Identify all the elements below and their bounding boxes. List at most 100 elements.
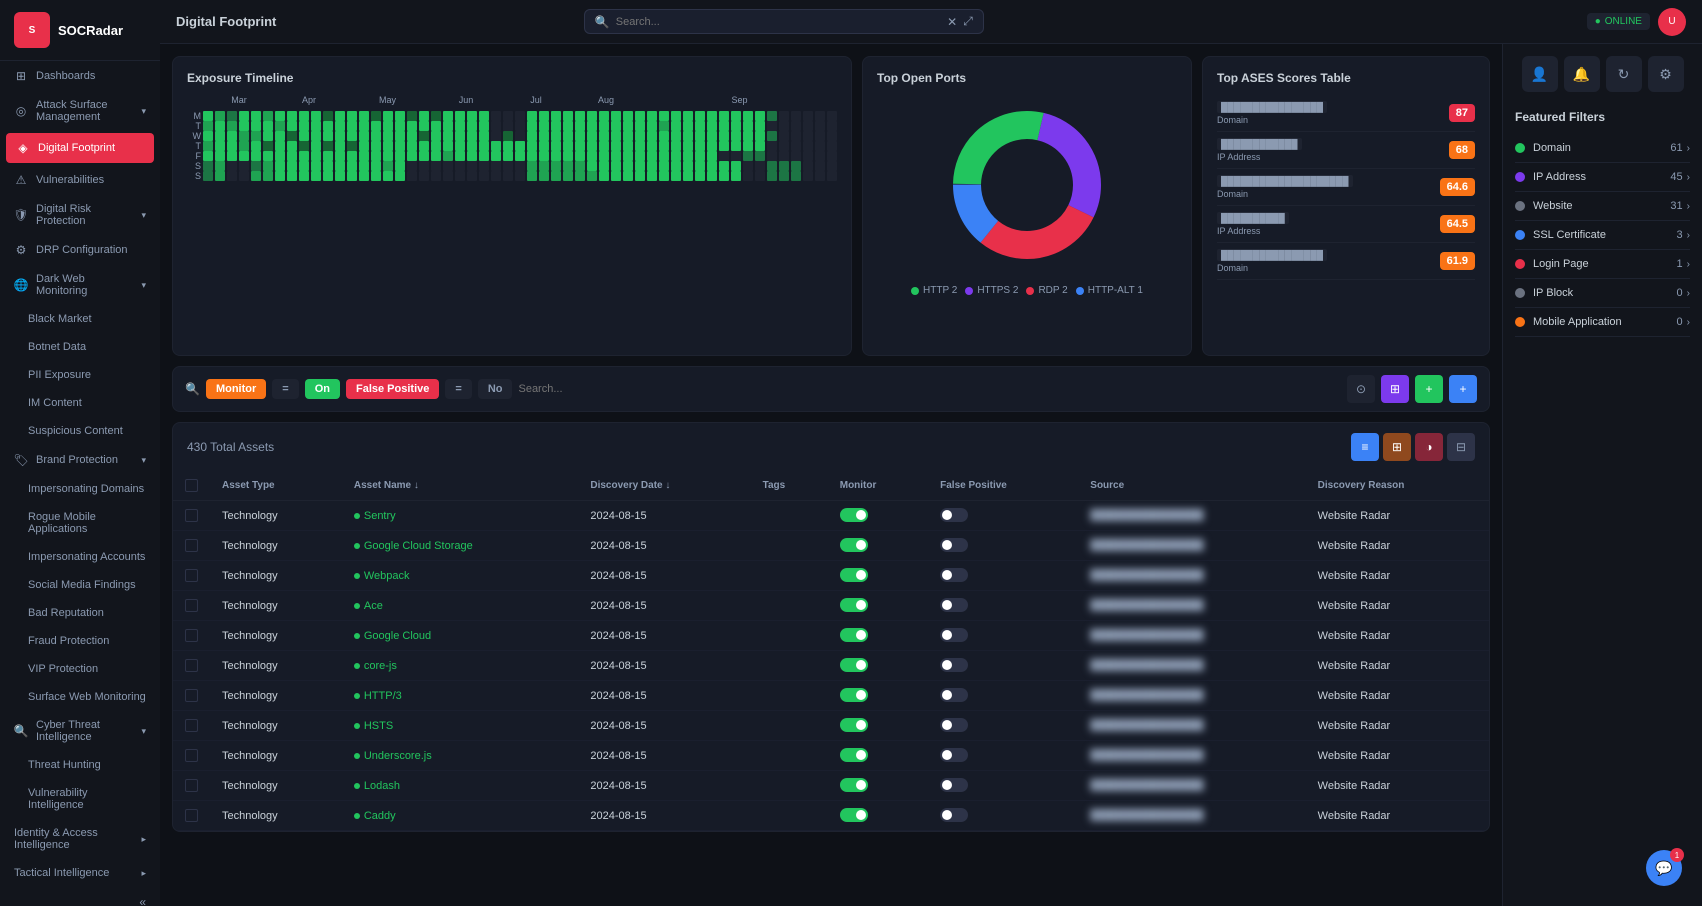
row-checkbox[interactable] — [185, 689, 198, 702]
heatmap-cell[interactable] — [599, 151, 609, 161]
heatmap-cell[interactable] — [731, 161, 741, 171]
sidebar-item-drp-config[interactable]: ⚙ DRP Configuration — [0, 235, 160, 265]
heatmap-cell[interactable] — [455, 151, 465, 161]
heatmap-cell[interactable] — [767, 161, 777, 171]
heatmap-cell[interactable] — [491, 171, 501, 181]
heatmap-cell[interactable] — [623, 121, 633, 131]
false-positive-toggle[interactable] — [940, 538, 968, 552]
heatmap-cell[interactable] — [767, 131, 777, 141]
heatmap-cell[interactable] — [299, 171, 309, 181]
heatmap-cell[interactable] — [539, 131, 549, 141]
sidebar-item-threat-hunting[interactable]: Threat Hunting — [0, 751, 160, 779]
sidebar-item-black-market[interactable]: Black Market — [0, 305, 160, 333]
heatmap-cell[interactable] — [695, 151, 705, 161]
heatmap-cell[interactable] — [299, 151, 309, 161]
heatmap-cell[interactable] — [743, 131, 753, 141]
sidebar-item-social-media[interactable]: Social Media Findings — [0, 571, 160, 599]
heatmap-cell[interactable] — [587, 151, 597, 161]
sidebar-item-digital-footprint[interactable]: ◈ Digital Footprint — [6, 133, 154, 163]
heatmap-cell[interactable] — [731, 111, 741, 121]
heatmap-cell[interactable] — [539, 171, 549, 181]
heatmap-cell[interactable] — [635, 151, 645, 161]
heatmap-cell[interactable] — [371, 131, 381, 141]
heatmap-cell[interactable] — [659, 141, 669, 151]
heatmap-cell[interactable] — [515, 141, 525, 151]
monitor-toggle[interactable] — [840, 778, 868, 792]
heatmap-cell[interactable] — [743, 171, 753, 181]
filter-grid-btn[interactable]: ⊞ — [1381, 375, 1409, 403]
heatmap-cell[interactable] — [431, 161, 441, 171]
sidebar-item-botnet[interactable]: Botnet Data — [0, 333, 160, 361]
sidebar-collapse-btn[interactable]: « — [0, 887, 160, 906]
false-positive-toggle[interactable] — [940, 628, 968, 642]
heatmap-cell[interactable] — [551, 131, 561, 141]
heatmap-cell[interactable] — [707, 171, 717, 181]
heatmap-cell[interactable] — [683, 121, 693, 131]
heatmap-cell[interactable] — [815, 141, 825, 151]
heatmap-cell[interactable] — [611, 121, 621, 131]
heatmap-cell[interactable] — [695, 111, 705, 121]
heatmap-cell[interactable] — [575, 141, 585, 151]
heatmap-cell[interactable] — [755, 121, 765, 131]
heatmap-cell[interactable] — [803, 121, 813, 131]
heatmap-cell[interactable] — [635, 171, 645, 181]
heatmap-cell[interactable] — [719, 161, 729, 171]
heatmap-cell[interactable] — [263, 161, 273, 171]
heatmap-cell[interactable] — [311, 111, 321, 121]
heatmap-cell[interactable] — [647, 121, 657, 131]
heatmap-cell[interactable] — [359, 121, 369, 131]
heatmap-cell[interactable] — [251, 131, 261, 141]
heatmap-cell[interactable] — [551, 161, 561, 171]
sidebar-item-vulnerabilities[interactable]: ⚠ Vulnerabilities — [0, 165, 160, 195]
heatmap-cell[interactable] — [503, 131, 513, 141]
heatmap-cell[interactable] — [707, 121, 717, 131]
heatmap-cell[interactable] — [311, 141, 321, 151]
heatmap-cell[interactable] — [827, 161, 837, 171]
heatmap-cell[interactable] — [827, 111, 837, 121]
heatmap-cell[interactable] — [563, 141, 573, 151]
close-icon[interactable]: ✕ — [947, 15, 957, 29]
sidebar-item-rogue-mobile[interactable]: Rogue Mobile Applications — [0, 503, 160, 543]
heatmap-cell[interactable] — [263, 151, 273, 161]
heatmap-cell[interactable] — [431, 171, 441, 181]
heatmap-cell[interactable] — [575, 171, 585, 181]
heatmap-cell[interactable] — [419, 121, 429, 131]
false-positive-toggle[interactable] — [940, 778, 968, 792]
heatmap-cell[interactable] — [551, 171, 561, 181]
heatmap-cell[interactable] — [815, 111, 825, 121]
monitor-toggle[interactable] — [840, 538, 868, 552]
heatmap-cell[interactable] — [539, 161, 549, 171]
heatmap-cell[interactable] — [515, 171, 525, 181]
featured-filter-item[interactable]: IP Address 45 › — [1515, 163, 1690, 192]
false-positive-toggle[interactable] — [940, 658, 968, 672]
heatmap-cell[interactable] — [323, 171, 333, 181]
heatmap-cell[interactable] — [611, 141, 621, 151]
heatmap-cell[interactable] — [803, 151, 813, 161]
search-input[interactable] — [616, 16, 941, 28]
heatmap-cell[interactable] — [527, 111, 537, 121]
heatmap-cell[interactable] — [335, 161, 345, 171]
heatmap-cell[interactable] — [347, 131, 357, 141]
sidebar-item-bad-reputation[interactable]: Bad Reputation — [0, 599, 160, 627]
heatmap-cell[interactable] — [563, 131, 573, 141]
heatmap-cell[interactable] — [527, 161, 537, 171]
heatmap-cell[interactable] — [239, 171, 249, 181]
heatmap-cell[interactable] — [215, 141, 225, 151]
row-asset-name[interactable]: Webpack — [342, 561, 578, 591]
heatmap-cell[interactable] — [371, 121, 381, 131]
heatmap-cell[interactable] — [683, 161, 693, 171]
heatmap-cell[interactable] — [671, 111, 681, 121]
heatmap-cell[interactable] — [263, 121, 273, 131]
heatmap-cell[interactable] — [383, 111, 393, 121]
heatmap-cell[interactable] — [779, 151, 789, 161]
heatmap-cell[interactable] — [383, 141, 393, 151]
heatmap-cell[interactable] — [335, 121, 345, 131]
heatmap-cell[interactable] — [371, 151, 381, 161]
monitor-toggle[interactable] — [840, 808, 868, 822]
heatmap-cell[interactable] — [359, 111, 369, 121]
heatmap-cell[interactable] — [743, 111, 753, 121]
heatmap-cell[interactable] — [707, 141, 717, 151]
heatmap-cell[interactable] — [239, 141, 249, 151]
row-asset-name[interactable]: Lodash — [342, 771, 578, 801]
heatmap-cell[interactable] — [803, 141, 813, 151]
